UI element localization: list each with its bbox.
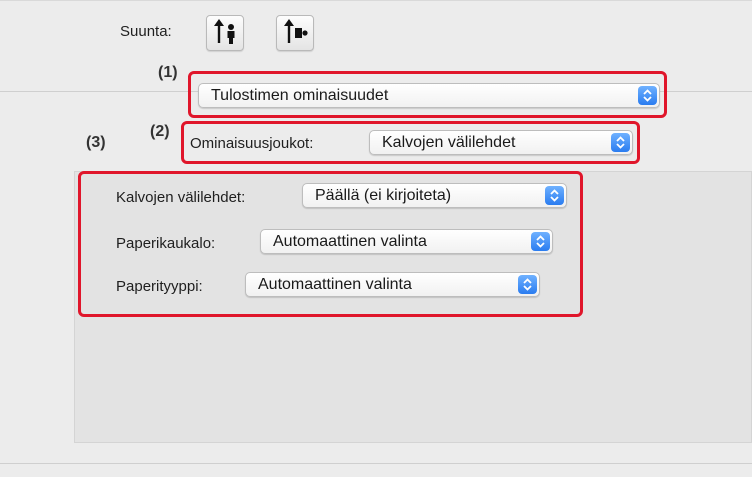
orientation-label: Suunta: [120, 23, 172, 40]
printer-features-value: Tulostimen ominaisuudet [211, 87, 389, 104]
chevron-updown-icon [638, 86, 657, 105]
feature-sets-popup[interactable]: Kalvojen välilehdet [369, 130, 633, 155]
chevron-updown-icon [531, 232, 550, 251]
footer-divider [0, 463, 752, 464]
transparency-tabs-value: Päällä (ei kirjoiteta) [315, 187, 452, 204]
chevron-updown-icon [545, 186, 564, 205]
portrait-orientation-button[interactable] [206, 15, 244, 51]
printer-features-popup[interactable]: Tulostimen ominaisuudet [198, 83, 660, 108]
transparency-tabs-popup[interactable]: Päällä (ei kirjoiteta) [302, 183, 567, 208]
chevron-updown-icon [518, 275, 537, 294]
paper-tray-value: Automaattinen valinta [273, 233, 427, 250]
paper-type-value: Automaattinen valinta [258, 276, 412, 293]
paper-tray-label: Paperikaukalo: [116, 235, 216, 252]
callout-2: (2) [150, 123, 170, 140]
landscape-orientation-button[interactable] [276, 15, 314, 51]
landscape-orientation-icon [284, 19, 308, 43]
feature-sets-value: Kalvojen välilehdet [382, 134, 516, 151]
paper-tray-popup[interactable]: Automaattinen valinta [260, 229, 553, 254]
chevron-updown-icon [611, 133, 630, 152]
paper-type-label: Paperityyppi: [116, 278, 203, 295]
feature-sets-label: Ominaisuusjoukot: [190, 135, 314, 152]
paper-type-popup[interactable]: Automaattinen valinta [245, 272, 540, 297]
callout-1: (1) [158, 64, 178, 81]
portrait-orientation-icon [214, 19, 235, 44]
callout-3: (3) [86, 134, 106, 151]
print-dialog: Suunta: (1) Tulostimen ominaisuudet (2) … [0, 0, 752, 477]
transparency-tabs-label: Kalvojen välilehdet: [116, 189, 246, 206]
